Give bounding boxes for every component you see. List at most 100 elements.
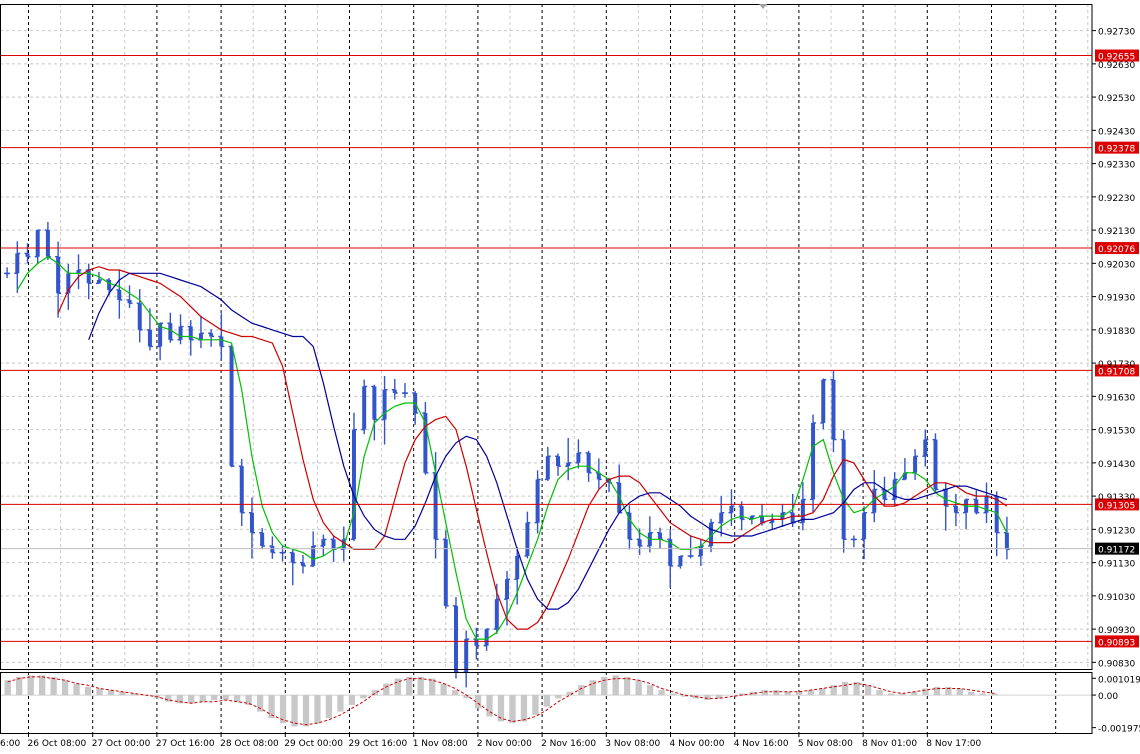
- bar-body: [209, 333, 214, 337]
- bar-body: [188, 326, 193, 340]
- level-label: 0.90893: [1098, 638, 1135, 648]
- bar-body: [280, 552, 285, 554]
- bar-body: [913, 456, 918, 473]
- y-tick-label: 0.91030: [1098, 593, 1135, 603]
- bar-body: [862, 512, 867, 540]
- bar-body: [923, 439, 928, 457]
- x-tick-label: 8 Nov 17:00: [926, 739, 981, 749]
- bar-body: [239, 466, 244, 513]
- x-tick-label-partial: 6:00: [0, 739, 20, 749]
- bar-body: [25, 253, 30, 257]
- bar-body: [494, 599, 499, 630]
- bar-body: [219, 336, 224, 347]
- bar-body: [270, 545, 275, 553]
- bar-body: [137, 303, 142, 330]
- bar-body: [637, 539, 642, 546]
- x-tick-label: 5 Nov 08:00: [798, 739, 853, 749]
- x-tick-label: 1 Nov 08:00: [413, 739, 468, 749]
- y-tick-label: 0.92030: [1098, 260, 1135, 270]
- y-tick-label: 0.91730: [1098, 360, 1135, 370]
- y-tick-label: 0.91330: [1098, 493, 1135, 503]
- level-label: 0.92378: [1098, 145, 1135, 155]
- y-tick-label: 0.91630: [1098, 393, 1135, 403]
- bar-body: [117, 289, 122, 300]
- bar-body: [45, 230, 50, 257]
- y-tick-label: 0.91430: [1098, 460, 1135, 470]
- bar-body: [290, 552, 295, 563]
- bar-body: [178, 326, 183, 340]
- y-tick-label: 0.91130: [1098, 560, 1135, 570]
- x-tick-label: 29 Oct 00:00: [284, 739, 343, 749]
- bar-body: [658, 532, 663, 540]
- bar-body: [464, 639, 469, 673]
- y-tick-label: 0.92630: [1098, 61, 1135, 71]
- bar-body: [566, 462, 571, 467]
- bar-body: [86, 270, 91, 284]
- osc-y-tick-label: -0.001975: [1098, 725, 1140, 735]
- bar-body: [484, 629, 489, 646]
- bar-body: [586, 452, 591, 473]
- y-tick-label: 0.90930: [1098, 626, 1135, 636]
- x-tick-label: 4 Nov 16:00: [734, 739, 789, 749]
- bar-body: [831, 379, 836, 440]
- bar-body: [249, 512, 254, 533]
- x-tick-label: 2 Nov 00:00: [477, 739, 532, 749]
- bar-body: [851, 539, 856, 541]
- bar-body: [729, 506, 734, 513]
- x-tick-label: 29 Oct 16:00: [349, 739, 408, 749]
- bar-body: [474, 639, 479, 646]
- bar-body: [15, 253, 20, 274]
- y-tick-label: 0.92430: [1098, 127, 1135, 137]
- y-tick-label: 0.92230: [1098, 194, 1135, 204]
- bar-body: [535, 479, 540, 523]
- bar-body: [402, 393, 407, 395]
- x-tick-label: 27 Oct 16:00: [156, 739, 215, 749]
- bar-body: [515, 555, 520, 580]
- bar-body: [331, 539, 336, 550]
- y-tick-label: 0.91830: [1098, 327, 1135, 337]
- bar-body: [841, 439, 846, 540]
- x-tick-label: 26 Oct 08:00: [28, 739, 87, 749]
- bar-body: [392, 389, 397, 394]
- bar-body: [96, 279, 101, 284]
- level-label: 0.92076: [1098, 245, 1135, 255]
- bar-body: [678, 555, 683, 566]
- bar-body: [811, 422, 816, 500]
- y-tick-label: 0.91230: [1098, 526, 1135, 536]
- bar-body: [229, 346, 234, 467]
- x-tick-label: 3 Nov 08:00: [605, 739, 660, 749]
- osc-y-tick-label: 0.001019: [1098, 675, 1140, 685]
- bar-body: [443, 539, 448, 606]
- bar-body: [953, 506, 958, 513]
- bar-body: [617, 482, 622, 513]
- bar-body: [525, 522, 530, 556]
- x-tick-label: 4 Nov 00:00: [670, 739, 725, 749]
- bar-body: [943, 489, 948, 507]
- bar-body: [1004, 532, 1009, 550]
- bar-body: [127, 299, 132, 304]
- bar-body: [433, 472, 438, 540]
- y-tick-label: 0.92730: [1098, 28, 1135, 38]
- bar-body: [35, 230, 40, 257]
- bar-body: [147, 329, 152, 347]
- bar-body: [576, 452, 581, 463]
- bar-body: [107, 279, 112, 290]
- bar-body: [372, 386, 377, 420]
- bar-body: [698, 545, 703, 556]
- bar-body: [260, 532, 265, 546]
- bar-body: [933, 439, 938, 490]
- bar-body: [321, 539, 326, 546]
- current-price-label: 0.91172: [1098, 546, 1135, 556]
- bar-body: [688, 555, 693, 557]
- bar-body: [790, 512, 795, 523]
- osc-y-tick-label: 0.00: [1098, 692, 1118, 702]
- x-tick-label: 2 Nov 16:00: [541, 739, 596, 749]
- bar-body: [545, 456, 550, 480]
- bar-body: [300, 562, 305, 566]
- price-chart[interactable]: 0.926550.923780.920760.917080.913050.908…: [0, 0, 1140, 754]
- x-tick-label: 28 Oct 08:00: [220, 739, 279, 749]
- bar-body: [5, 273, 10, 275]
- bar-body: [821, 379, 826, 423]
- y-tick-label: 0.90830: [1098, 659, 1135, 669]
- bar-body: [453, 605, 458, 673]
